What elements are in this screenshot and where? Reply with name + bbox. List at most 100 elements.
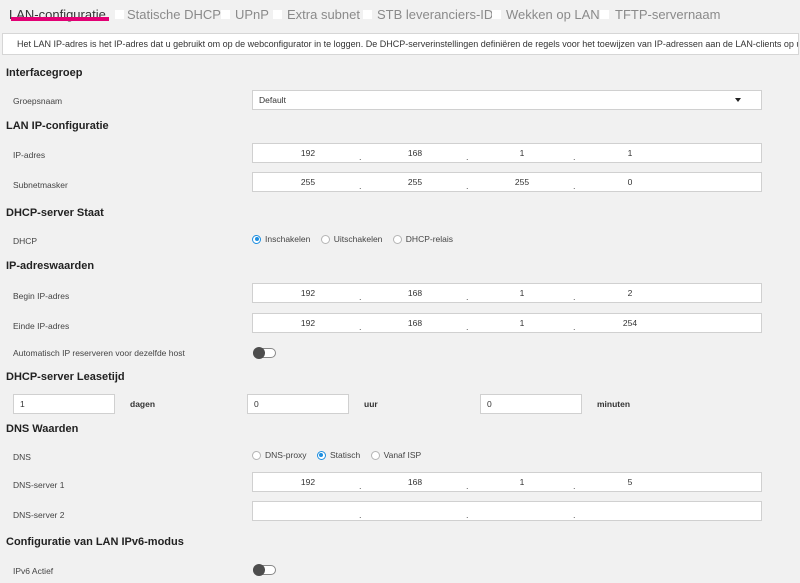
einde-ip-label: Einde IP-adres <box>13 321 70 331</box>
tab-separator <box>115 10 124 19</box>
tab-separator <box>492 10 501 19</box>
ip-dot: . <box>466 152 469 162</box>
radio-icon[interactable] <box>392 234 402 244</box>
subnetmasker-label: Subnetmasker <box>13 180 68 190</box>
groepsnaam-label: Groepsnaam <box>13 96 63 106</box>
end-octet-4[interactable]: 254 <box>610 318 650 328</box>
ip-dot: . <box>466 292 469 302</box>
tab-separator <box>221 10 230 19</box>
ip-dot: . <box>573 322 576 332</box>
lease-hours-unit: uur <box>364 399 378 409</box>
section-title-leasetijd: DHCP-server Leasetijd <box>6 371 125 383</box>
groepsnaam-value: Default <box>259 95 286 105</box>
ip-dot: . <box>466 181 469 191</box>
ip-dot: . <box>359 292 362 302</box>
ip-octet-1[interactable]: 192 <box>288 148 328 158</box>
ip-dot: . <box>573 481 576 491</box>
dns-label: DNS <box>13 452 31 462</box>
dns1-octet-2[interactable]: 168 <box>395 477 435 487</box>
tab-extra-subnet[interactable]: Extra subnet <box>287 7 360 22</box>
tab-tftp-servernaam[interactable]: TFTP-servernaam <box>615 7 720 22</box>
radio-selected-icon[interactable] <box>252 234 261 244</box>
dhcp-option-relais[interactable]: DHCP-relais <box>392 234 453 244</box>
ip-dot: . <box>359 181 362 191</box>
ip-dot: . <box>359 510 362 520</box>
tab-separator <box>273 10 282 19</box>
dhcp-radio-group: Inschakelen Uitschakelen DHCP-relais <box>252 234 461 246</box>
begin-octet-3[interactable]: 1 <box>502 288 542 298</box>
section-title-dhcp-staat: DHCP-server Staat <box>6 207 104 219</box>
begin-octet-2[interactable]: 168 <box>395 288 435 298</box>
radio-icon[interactable] <box>370 450 380 460</box>
dns1-octet-3[interactable]: 1 <box>502 477 542 487</box>
ip-dot: . <box>573 510 576 520</box>
radio-icon[interactable] <box>320 234 330 244</box>
toggle-knob <box>253 347 265 359</box>
section-title-lan-ip: LAN IP-configuratie <box>6 120 109 132</box>
ip-dot: . <box>359 322 362 332</box>
dns-server-1-field[interactable]: 192 . 168 . 1 . 5 <box>252 472 762 492</box>
ip-adres-label: IP-adres <box>13 150 46 160</box>
active-tab-indicator <box>11 17 109 21</box>
lease-minutes-unit: minuten <box>597 399 631 409</box>
begin-ip-label: Begin IP-adres <box>13 291 70 301</box>
lease-hours-input[interactable]: 0 <box>247 394 349 414</box>
dns-radio-group: DNS-proxy Statisch Vanaf ISP <box>252 450 429 462</box>
tab-wekken-op-lan[interactable]: Wekken op LAN <box>506 7 600 22</box>
ip-octet-4[interactable]: 1 <box>610 148 650 158</box>
mask-octet-3[interactable]: 255 <box>502 177 542 187</box>
ip-adres-field[interactable]: 192 . 168 . 1 . 1 <box>252 143 762 163</box>
ip-dot: . <box>573 292 576 302</box>
dhcp-label: DHCP <box>13 236 38 246</box>
ip-dot: . <box>359 152 362 162</box>
dns-option-isp[interactable]: Vanaf ISP <box>370 450 421 460</box>
lease-minutes-input[interactable]: 0 <box>480 394 582 414</box>
dns1-octet-1[interactable]: 192 <box>288 477 328 487</box>
mask-octet-4[interactable]: 0 <box>610 177 650 187</box>
mask-octet-2[interactable]: 255 <box>395 177 435 187</box>
lease-days-input[interactable]: 1 <box>13 394 115 414</box>
end-octet-3[interactable]: 1 <box>502 318 542 328</box>
end-octet-2[interactable]: 168 <box>395 318 435 328</box>
dns1-octet-4[interactable]: 5 <box>610 477 650 487</box>
ip-dot: . <box>466 510 469 520</box>
dhcp-option-uitschakelen[interactable]: Uitschakelen <box>320 234 382 244</box>
chevron-down-icon <box>735 98 741 102</box>
subnetmasker-field[interactable]: 255 . 255 . 255 . 0 <box>252 172 762 192</box>
dns-option-statisch[interactable]: Statisch <box>316 450 360 460</box>
reserve-ip-toggle[interactable] <box>253 347 276 359</box>
tab-separator <box>363 10 372 19</box>
end-octet-1[interactable]: 192 <box>288 318 328 328</box>
reserve-ip-label: Automatisch IP reserveren voor dezelfde … <box>13 348 185 358</box>
lease-days-unit: dagen <box>130 399 156 409</box>
section-title-dns: DNS Waarden <box>6 423 79 435</box>
einde-ip-field[interactable]: 192 . 168 . 1 . 254 <box>252 313 762 333</box>
dns-server-2-field[interactable]: . . . <box>252 501 762 521</box>
ipv6-actief-label: IPv6 Actief <box>13 566 54 576</box>
radio-selected-icon[interactable] <box>316 450 326 460</box>
groepsnaam-select[interactable]: Default <box>252 90 762 110</box>
dns-option-proxy[interactable]: DNS-proxy <box>252 450 307 460</box>
ip-dot: . <box>466 322 469 332</box>
tab-bar: LAN-configuratie Statische DHCP UPnP Ext… <box>0 0 800 28</box>
begin-octet-1[interactable]: 192 <box>288 288 328 298</box>
ipv6-actief-toggle[interactable] <box>253 564 276 576</box>
info-banner: Het LAN IP-adres is het IP-adres dat u g… <box>2 33 799 55</box>
begin-ip-field[interactable]: 192 . 168 . 1 . 2 <box>252 283 762 303</box>
tab-statische-dhcp[interactable]: Statische DHCP <box>127 7 221 22</box>
ip-octet-3[interactable]: 1 <box>502 148 542 158</box>
ip-dot: . <box>573 181 576 191</box>
ip-dot: . <box>466 481 469 491</box>
dhcp-option-inschakelen[interactable]: Inschakelen <box>252 234 310 244</box>
toggle-knob <box>253 564 265 576</box>
dns-server-1-label: DNS-server 1 <box>13 480 65 490</box>
section-title-ip-adreswaarden: IP-adreswaarden <box>6 260 95 272</box>
tab-separator <box>600 10 609 19</box>
ip-octet-2[interactable]: 168 <box>395 148 435 158</box>
mask-octet-1[interactable]: 255 <box>288 177 328 187</box>
section-title-ipv6: Configuratie van LAN IPv6-modus <box>6 536 184 548</box>
tab-upnp[interactable]: UPnP <box>235 7 269 22</box>
radio-icon[interactable] <box>252 450 261 460</box>
begin-octet-4[interactable]: 2 <box>610 288 650 298</box>
tab-stb-leveranciers-id[interactable]: STB leveranciers-ID <box>377 7 493 22</box>
